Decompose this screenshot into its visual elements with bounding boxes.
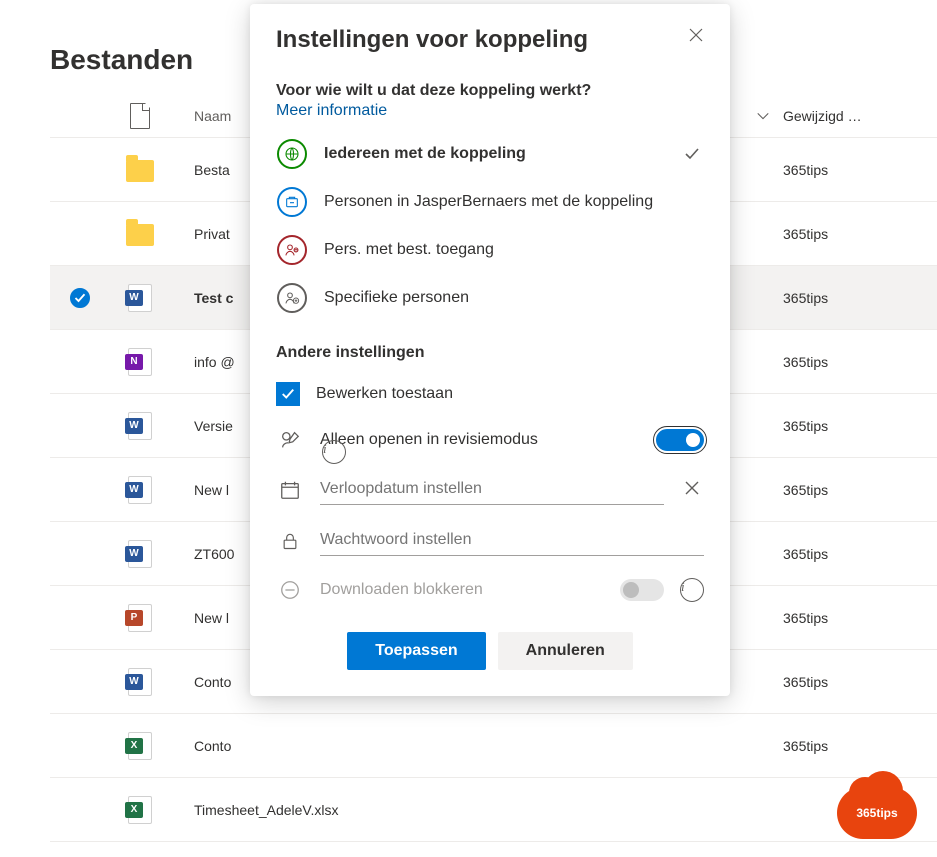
excel-file-icon: X <box>128 796 152 824</box>
option-icon <box>277 187 307 217</box>
password-row <box>276 515 704 566</box>
modified-by: 365tips <box>783 610 923 626</box>
share-option-label: Pers. met best. toegang <box>324 239 664 261</box>
other-settings-heading: Andere instellingen <box>276 344 704 362</box>
calendar-icon <box>276 476 304 504</box>
excel-file-icon: X <box>128 732 152 760</box>
share-option-label: Personen in JasperBernaers met de koppel… <box>324 191 664 213</box>
modified-by: 365tips <box>783 546 923 562</box>
option-icon <box>277 139 307 169</box>
modified-by: 365tips <box>783 482 923 498</box>
brand-logo: 365tips <box>837 787 917 839</box>
password-input[interactable] <box>320 525 704 556</box>
share-option[interactable]: Pers. met best. toegang <box>276 226 704 274</box>
word-file-icon: W <box>128 284 152 312</box>
file-type-column-icon[interactable] <box>110 103 170 129</box>
modified-by: 365tips <box>783 418 923 434</box>
learn-more-link[interactable]: Meer informatie <box>276 102 387 120</box>
word-file-icon: W <box>128 412 152 440</box>
info-icon[interactable]: i <box>680 578 704 602</box>
modified-by: 365tips <box>783 738 923 754</box>
info-icon[interactable]: i <box>322 440 346 464</box>
word-file-icon: W <box>128 540 152 568</box>
table-row[interactable]: X Timesheet_AdeleV.xlsx <box>50 778 937 842</box>
folder-icon <box>126 160 154 182</box>
modified-by: 365tips <box>783 354 923 370</box>
word-file-icon: W <box>128 668 152 696</box>
review-mode-toggle[interactable] <box>656 429 704 451</box>
block-download-row: Downloaden blokkeren i <box>276 566 704 614</box>
modified-by: 365tips <box>783 162 923 178</box>
lock-icon <box>276 527 304 555</box>
link-settings-dialog: Instellingen voor koppeling Voor wie wil… <box>250 4 730 696</box>
column-header-modified-by[interactable]: Gewijzigd … <box>783 108 923 124</box>
block-download-toggle[interactable] <box>620 579 664 601</box>
option-icon <box>277 235 307 265</box>
allow-editing-row[interactable]: Bewerken toestaan <box>276 372 704 416</box>
chevron-down-icon[interactable] <box>743 109 783 123</box>
share-option[interactable]: Specifieke personen <box>276 274 704 322</box>
apply-button[interactable]: Toepassen <box>347 632 485 670</box>
modified-by: 365tips <box>783 674 923 690</box>
file-name[interactable]: Timesheet_AdeleV.xlsx <box>170 802 743 818</box>
share-option[interactable]: Iedereen met de koppeling <box>276 130 704 178</box>
cancel-button[interactable]: Annuleren <box>498 632 633 670</box>
clear-expiration-button[interactable] <box>680 476 704 503</box>
block-download-label: Downloaden blokkeren <box>320 581 604 599</box>
close-icon <box>684 480 700 496</box>
close-icon <box>688 27 704 43</box>
brand-label: 365tips <box>856 806 897 820</box>
share-option-label: Specifieke personen <box>324 287 664 309</box>
dialog-title: Instellingen voor koppeling <box>276 26 704 54</box>
expiration-row <box>276 464 704 515</box>
ppt-file-icon: P <box>128 604 152 632</box>
option-icon <box>277 283 307 313</box>
word-file-icon: W <box>128 476 152 504</box>
table-row[interactable]: X Conto 365tips <box>50 714 937 778</box>
share-option-label: Iedereen met de koppeling <box>324 143 664 165</box>
block-icon <box>276 576 304 604</box>
checkmark-icon <box>684 146 700 162</box>
modified-by: 365tips <box>783 226 923 242</box>
share-option[interactable]: Personen in JasperBernaers met de koppel… <box>276 178 704 226</box>
review-mode-icon <box>276 426 304 454</box>
modified-by: 365tips <box>783 290 923 306</box>
allow-editing-label: Bewerken toestaan <box>316 385 704 403</box>
close-button[interactable] <box>680 20 712 52</box>
folder-icon <box>126 224 154 246</box>
onenote-file-icon: N <box>128 348 152 376</box>
checkmark-icon[interactable] <box>70 288 90 308</box>
dialog-subtitle: Voor wie wilt u dat deze koppeling werkt… <box>276 82 704 100</box>
expiration-input[interactable] <box>320 474 664 505</box>
file-name[interactable]: Conto <box>170 738 743 754</box>
review-mode-label: Alleen openen in revisiemodus <box>320 431 640 449</box>
checkbox-checked-icon[interactable] <box>276 382 300 406</box>
